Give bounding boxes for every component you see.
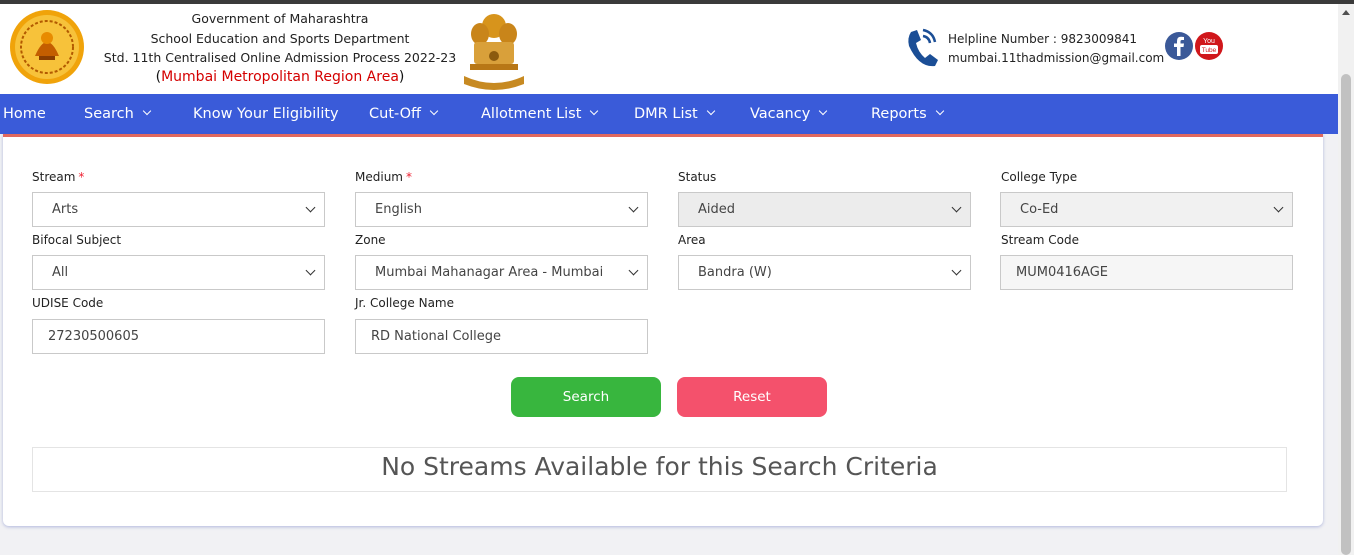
chevron-down-icon	[305, 265, 316, 276]
chevron-down-icon	[305, 202, 316, 213]
facebook-icon[interactable]	[1165, 32, 1193, 60]
header-title: Government of Maharashtra School Educati…	[96, 9, 464, 87]
main-nav: Home Search Know Your Eligibility Cut-Of…	[0, 94, 1338, 134]
udise-code-input[interactable]: 27230500605	[32, 319, 325, 354]
scrollbar-thumb[interactable]	[1341, 74, 1351, 555]
stream-select[interactable]: Arts	[32, 192, 325, 227]
header-line-department: School Education and Sports Department	[150, 30, 410, 46]
helpline-email[interactable]: mumbai.11thadmission@gmail.com	[948, 49, 1164, 68]
helpline-info: Helpline Number : 9823009841 mumbai.11th…	[948, 30, 1164, 68]
college-name-input[interactable]: RD National College	[355, 319, 648, 354]
chevron-down-icon	[142, 106, 152, 116]
area-label: Area	[678, 233, 706, 247]
chevron-down-icon	[819, 106, 828, 116]
nav-search[interactable]: Search	[84, 94, 152, 134]
stream-label: Stream *	[32, 170, 85, 184]
chevron-down-icon	[951, 265, 962, 276]
maharashtra-seal-icon	[10, 10, 84, 84]
zone-label: Zone	[355, 233, 386, 247]
no-results-message: No Streams Available for this Search Cri…	[32, 447, 1287, 492]
status-label: Status	[678, 170, 717, 184]
youtube-icon[interactable]: You Tube	[1195, 32, 1223, 60]
helpline-number: Helpline Number : 9823009841	[948, 32, 1138, 46]
reset-button[interactable]: Reset	[677, 377, 827, 417]
svg-text:You: You	[1203, 38, 1215, 45]
nav-know-your-eligibility[interactable]: Know Your Eligibility	[193, 94, 339, 134]
header-line-process: Std. 11th Centralised Online Admission P…	[103, 50, 457, 65]
area-select[interactable]: Bandra (W)	[678, 255, 971, 290]
medium-select[interactable]: English	[355, 192, 648, 227]
bifocal-subject-label: Bifocal Subject	[32, 233, 122, 247]
nav-vacancy[interactable]: Vacancy	[750, 94, 828, 134]
page-scrollbar[interactable]	[1338, 4, 1354, 555]
chevron-down-icon	[628, 265, 639, 276]
bifocal-subject-select[interactable]: All	[32, 255, 325, 290]
chevron-down-icon	[935, 106, 944, 116]
svg-text:Tube: Tube	[1202, 47, 1217, 54]
chevron-down-icon	[951, 202, 962, 213]
nav-allotment-list[interactable]: Allotment List	[481, 94, 599, 134]
stream-code-input[interactable]: MUM0416AGE	[1000, 255, 1293, 290]
phone-icon	[908, 28, 938, 67]
chevron-down-icon	[590, 106, 599, 116]
zone-select[interactable]: Mumbai Mahanagar Area - Mumbai	[355, 255, 648, 290]
college-type-select[interactable]: Co-Ed	[1000, 192, 1293, 227]
header-line-government: Government of Maharashtra	[191, 11, 369, 26]
nav-reports[interactable]: Reports	[871, 94, 944, 134]
college-type-label: College Type	[1001, 170, 1078, 184]
college-name-label: Jr. College Name	[355, 296, 454, 310]
nav-cut-off[interactable]: Cut-Off	[369, 94, 439, 134]
nav-home[interactable]: Home	[3, 94, 46, 134]
scroll-up-arrow-icon[interactable]	[1342, 10, 1350, 15]
medium-label: Medium *	[355, 170, 412, 184]
udise-code-label: UDISE Code	[32, 296, 104, 310]
site-header: Government of Maharashtra School Educati…	[0, 4, 1338, 94]
chevron-down-icon	[628, 202, 639, 213]
nav-dmr-list[interactable]: DMR List	[634, 94, 715, 134]
header-region: (Mumbai Metropolitan Region Area)	[155, 68, 405, 85]
region-name: Mumbai Metropolitan Region Area	[161, 68, 399, 85]
search-button[interactable]: Search	[511, 377, 661, 417]
chevron-down-icon	[429, 106, 439, 116]
chevron-down-icon	[1273, 202, 1284, 213]
stream-code-label: Stream Code	[1001, 233, 1079, 247]
chevron-down-icon	[706, 106, 715, 116]
status-select[interactable]: Aided	[678, 192, 971, 227]
national-emblem-icon	[464, 14, 524, 90]
